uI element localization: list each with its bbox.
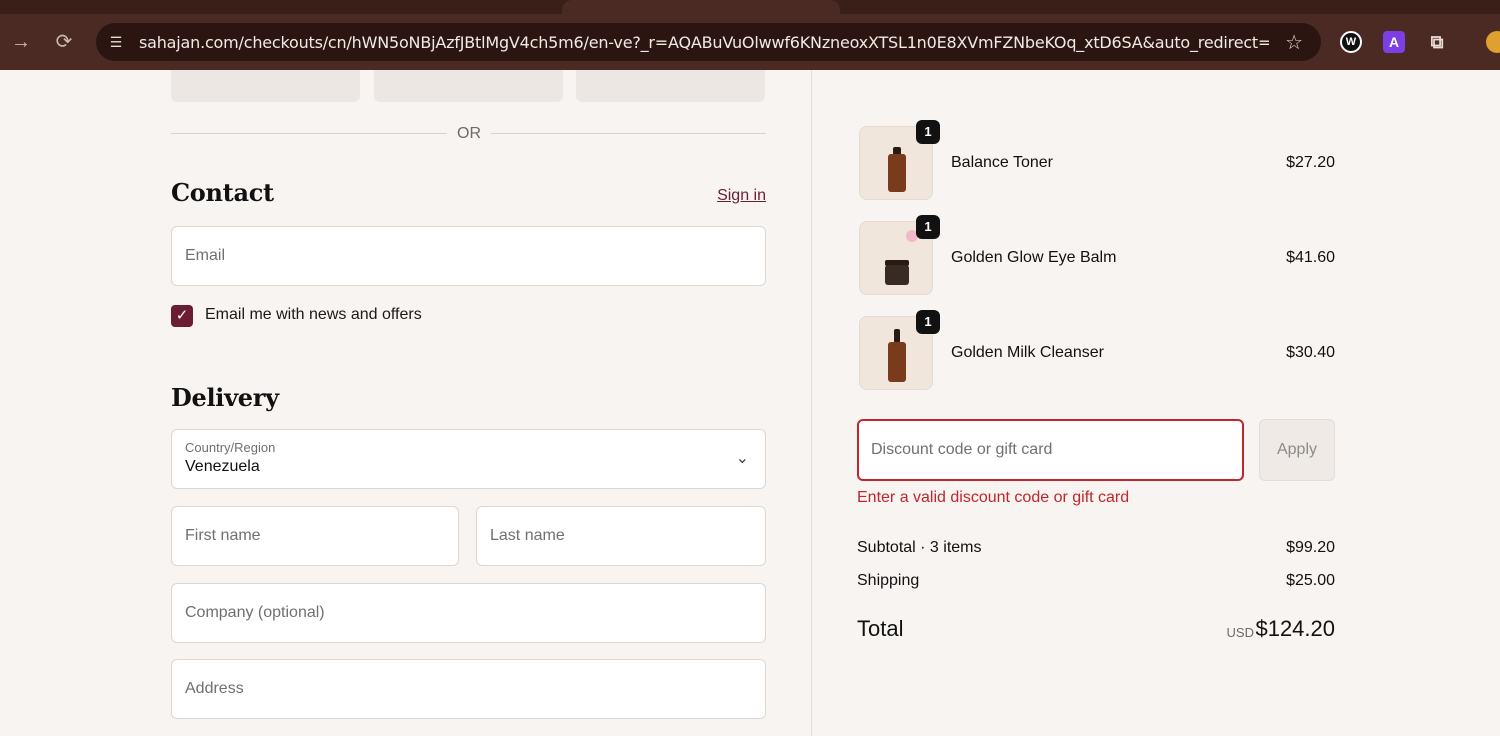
shipping-row: Shipping $25.00 (857, 572, 1335, 590)
quantity-badge: 1 (916, 215, 940, 239)
discount-placeholder: Discount code or gift card (871, 441, 1053, 458)
forward-icon[interactable]: → (7, 28, 35, 56)
apply-discount-button[interactable]: Apply (1259, 419, 1335, 481)
item-price: $41.60 (1286, 249, 1335, 266)
quantity-badge: 1 (916, 120, 940, 144)
line-item: 1 Golden Milk Cleanser $30.40 (857, 310, 1335, 396)
email-field[interactable]: Email (171, 226, 766, 286)
shipping-label: Shipping (857, 572, 920, 589)
last-name-field[interactable]: Last name (476, 506, 766, 566)
or-label: OR (447, 125, 491, 143)
subtotal-value: $99.20 (1286, 539, 1335, 556)
url-text[interactable]: sahajan.com/checkouts/cn/hWN5oNBjAzfJBtl… (139, 33, 1269, 52)
sign-in-link[interactable]: Sign in (717, 187, 766, 205)
extension-a-icon[interactable]: A (1383, 31, 1405, 53)
line-item: 1 Balance Toner $27.20 (857, 120, 1335, 206)
tab-strip (0, 0, 1500, 14)
profile-avatar[interactable] (1486, 31, 1500, 53)
contact-heading: Contact (171, 178, 274, 207)
newsletter-label[interactable]: Email me with news and offers (205, 306, 422, 324)
item-name: Golden Milk Cleanser (951, 344, 1104, 361)
column-divider (811, 70, 812, 736)
item-name: Balance Toner (951, 154, 1053, 171)
express-pay-button-3[interactable] (576, 70, 765, 102)
email-placeholder: Email (185, 247, 226, 264)
express-pay-button-2[interactable] (374, 70, 563, 102)
item-price: $30.40 (1286, 344, 1335, 361)
quantity-badge: 1 (916, 310, 940, 334)
site-settings-icon[interactable]: ☰ (106, 32, 126, 52)
newsletter-checkbox[interactable]: ✓ (171, 305, 193, 327)
country-value: Venezuela (185, 458, 260, 475)
discount-code-input[interactable]: Discount code or gift card (857, 419, 1244, 481)
delivery-heading: Delivery (171, 383, 279, 412)
bookmark-star-icon[interactable]: ☆ (1285, 30, 1303, 55)
shipping-value: $25.00 (1286, 572, 1335, 589)
total-value: $124.20 (1255, 616, 1335, 641)
reload-icon[interactable]: ⟳ (50, 28, 78, 56)
country-label: Country/Region (185, 440, 276, 455)
extension-w-icon[interactable]: W (1340, 31, 1362, 53)
last-name-placeholder: Last name (490, 527, 565, 544)
country-select[interactable]: Country/Region Venezuela ⌄ (171, 429, 766, 489)
address-placeholder: Address (185, 680, 244, 697)
subtotal-row: Subtotal · 3 items $99.20 (857, 539, 1335, 557)
first-name-placeholder: First name (185, 527, 261, 544)
total-currency: USD (1226, 625, 1254, 640)
extensions-puzzle-icon[interactable]: ⧉ (1426, 31, 1448, 53)
first-name-field[interactable]: First name (171, 506, 459, 566)
discount-error-message: Enter a valid discount code or gift card (857, 489, 1130, 506)
company-field[interactable]: Company (optional) (171, 583, 766, 643)
item-price: $27.20 (1286, 154, 1335, 171)
company-placeholder: Company (optional) (185, 604, 325, 621)
line-item: 1 Golden Glow Eye Balm $41.60 (857, 215, 1335, 301)
express-pay-button-1[interactable] (171, 70, 360, 102)
total-label: Total (857, 616, 904, 641)
item-name: Golden Glow Eye Balm (951, 249, 1117, 266)
address-bar[interactable]: ☰ sahajan.com/checkouts/cn/hWN5oNBjAzfJB… (96, 23, 1321, 61)
chevron-down-icon: ⌄ (735, 450, 749, 467)
browser-toolbar: → ⟳ ☰ sahajan.com/checkouts/cn/hWN5oNBjA… (0, 0, 1500, 70)
subtotal-label: Subtotal · 3 items (857, 539, 982, 556)
active-tab[interactable] (562, 0, 840, 14)
address-field[interactable]: Address (171, 659, 766, 719)
